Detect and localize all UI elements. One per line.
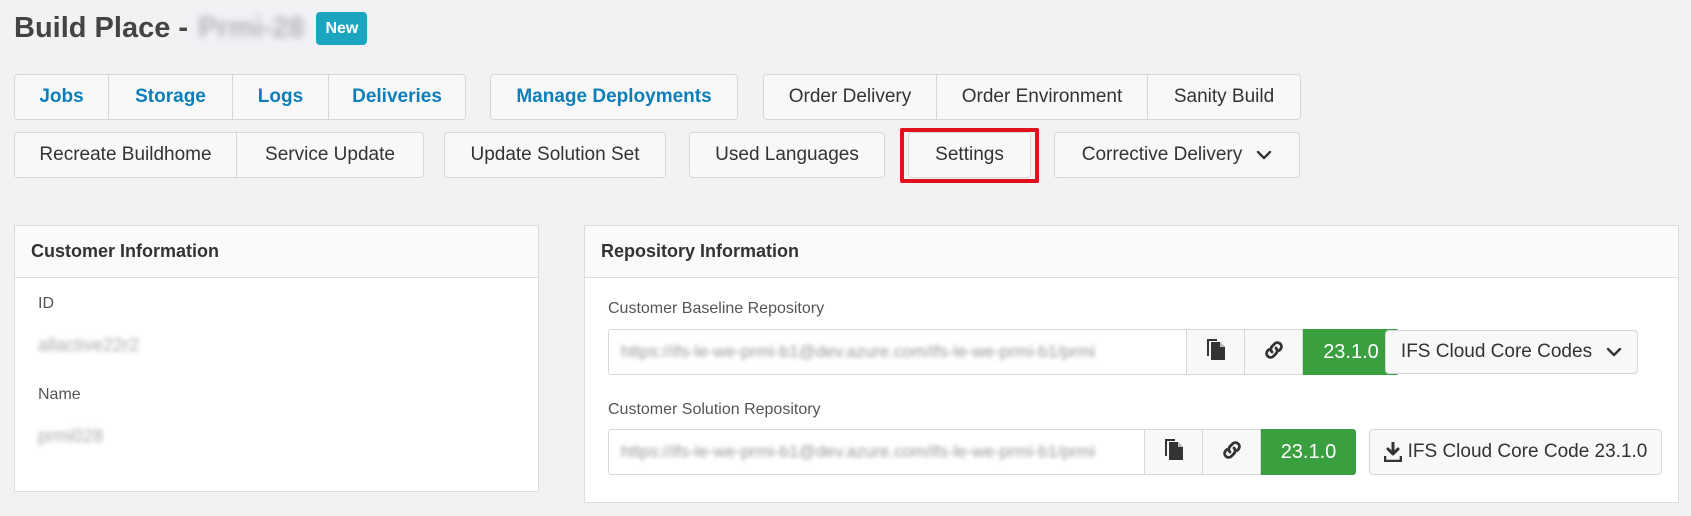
- download-icon: [1383, 442, 1402, 462]
- order-environment-button[interactable]: Order Environment: [937, 75, 1148, 119]
- page-title: Build Place -: [14, 11, 189, 44]
- solution-repository-row: https://ifs-le-we-prmi-b1@dev.azure.com/…: [608, 429, 1356, 475]
- chevron-down-icon: [1256, 149, 1272, 161]
- new-badge: New: [316, 11, 368, 45]
- solution-repository-url-field[interactable]: https://ifs-le-we-prmi-b1@dev.azure.com/…: [608, 429, 1145, 475]
- update-solution-set-group: Update Solution Set: [444, 132, 666, 178]
- manage-deployments-group: Manage Deployments: [490, 74, 738, 120]
- corrective-delivery-dropdown[interactable]: Corrective Delivery: [1055, 133, 1299, 177]
- solution-link-button[interactable]: [1203, 429, 1261, 475]
- baseline-repository-row: https://ifs-le-we-prmi-b1@dev.azure.com/…: [608, 329, 1399, 375]
- solution-version-badge: 23.1.0: [1261, 429, 1356, 475]
- logs-button[interactable]: Logs: [233, 75, 329, 119]
- repository-information-heading: Repository Information: [585, 226, 1678, 278]
- chevron-down-icon: [1606, 346, 1622, 358]
- link-icon: [1220, 438, 1244, 467]
- customer-id-label: ID: [38, 295, 54, 312]
- order-button-group: Order Delivery Order Environment Sanity …: [763, 74, 1301, 120]
- copy-icon: [1205, 338, 1227, 367]
- buildhome-button-group: Recreate Buildhome Service Update: [14, 132, 424, 178]
- service-update-button[interactable]: Service Update: [237, 133, 423, 177]
- baseline-repository-url: https://ifs-le-we-prmi-b1@dev.azure.com/…: [621, 342, 1096, 361]
- link-icon: [1262, 338, 1286, 367]
- used-languages-group: Used Languages: [689, 132, 885, 178]
- customer-id-value: allactive22r2: [38, 335, 140, 355]
- customer-name-label: Name: [38, 386, 81, 403]
- copy-icon: [1163, 438, 1185, 467]
- customer-information-heading: Customer Information: [15, 226, 538, 278]
- baseline-repository-label: Customer Baseline Repository: [608, 300, 825, 317]
- solution-copy-button[interactable]: [1145, 429, 1203, 475]
- settings-group: Settings: [908, 132, 1031, 178]
- deliveries-button[interactable]: Deliveries: [329, 75, 465, 119]
- solution-repository-label: Customer Solution Repository: [608, 401, 821, 418]
- nav-button-group: Jobs Storage Logs Deliveries: [14, 74, 466, 120]
- manage-deployments-button[interactable]: Manage Deployments: [491, 75, 737, 119]
- page-header: Build Place - Prmi-28 New: [14, 8, 368, 48]
- baseline-link-button[interactable]: [1245, 329, 1303, 375]
- build-place-page: Build Place - Prmi-28 New Jobs Storage L…: [0, 0, 1691, 516]
- corrective-delivery-group: Corrective Delivery: [1054, 132, 1300, 178]
- ifs-cloud-core-codes-dropdown[interactable]: IFS Cloud Core Codes: [1385, 330, 1638, 374]
- recreate-buildhome-button[interactable]: Recreate Buildhome: [15, 133, 237, 177]
- download-core-code-button[interactable]: IFS Cloud Core Code 23.1.0: [1369, 429, 1662, 475]
- update-solution-set-button[interactable]: Update Solution Set: [445, 133, 665, 177]
- used-languages-button[interactable]: Used Languages: [690, 133, 884, 177]
- sanity-build-button[interactable]: Sanity Build: [1148, 75, 1300, 119]
- settings-button[interactable]: Settings: [909, 133, 1030, 177]
- build-place-name: Prmi-28: [198, 11, 305, 44]
- customer-information-panel: Customer Information ID allactive22r2 Na…: [14, 225, 539, 492]
- corrective-delivery-label: Corrective Delivery: [1081, 144, 1243, 165]
- baseline-copy-button[interactable]: [1187, 329, 1245, 375]
- customer-name-value: prmi028: [38, 426, 104, 446]
- ifs-cloud-core-codes-label: IFS Cloud Core Codes: [1400, 341, 1593, 362]
- repository-information-panel: Repository Information Customer Baseline…: [584, 225, 1679, 503]
- order-delivery-button[interactable]: Order Delivery: [764, 75, 937, 119]
- download-core-code-label: IFS Cloud Core Code 23.1.0: [1407, 441, 1648, 462]
- jobs-button[interactable]: Jobs: [15, 75, 109, 119]
- solution-repository-url: https://ifs-le-we-prmi-b1@dev.azure.com/…: [621, 442, 1096, 461]
- storage-button[interactable]: Storage: [109, 75, 233, 119]
- baseline-repository-url-field[interactable]: https://ifs-le-we-prmi-b1@dev.azure.com/…: [608, 329, 1187, 375]
